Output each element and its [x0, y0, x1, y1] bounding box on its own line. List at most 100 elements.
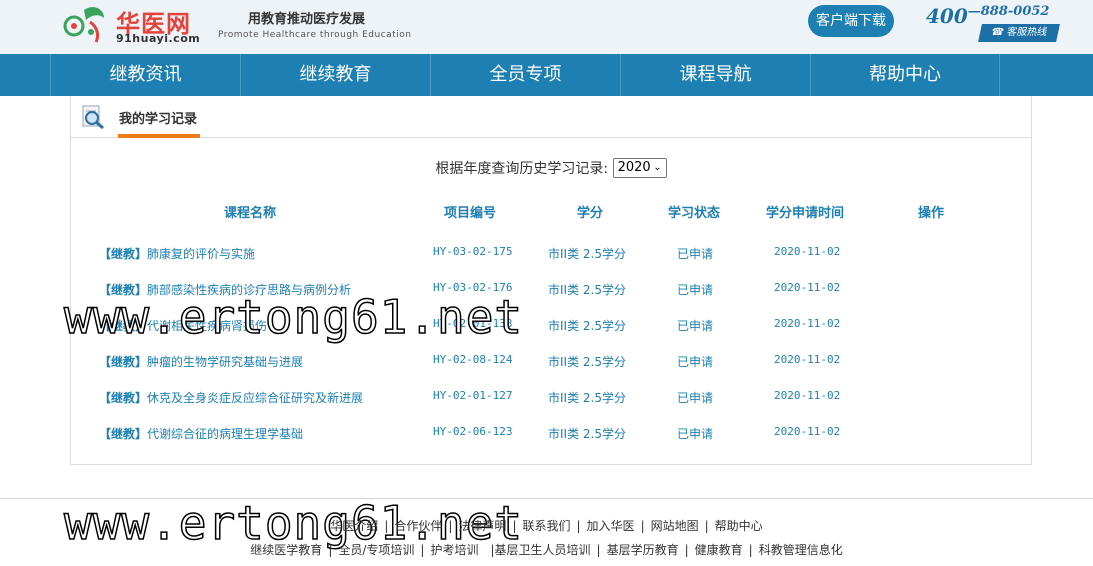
study-status: 已申请 [677, 283, 714, 297]
study-status: 已申请 [677, 247, 714, 261]
footer-link-partners[interactable]: 合作伙伴 [394, 517, 442, 534]
logo-text-en: 91huayi.com [116, 32, 201, 45]
footer-separator: | [328, 543, 333, 557]
footer-link-sitemap[interactable]: 网站地图 [651, 517, 699, 534]
slogan-en: Promote Healthcare through Education [218, 30, 412, 40]
table-row: 【继教】代谢综合征的病理生理学基础 HY-02-06-123 市II类 2.5学… [71, 425, 1031, 461]
hotline-tag: ☎ 客服热线 [978, 24, 1060, 42]
phone-icon: ☎ [990, 27, 1005, 38]
footer-separator: | [448, 519, 453, 533]
client-download-button[interactable]: 客户端下载 [808, 5, 894, 37]
year-filter-label: 根据年度查询历史学习记录: [435, 161, 609, 177]
course-credit: 市II类 2.5学分 [548, 247, 626, 261]
footer-separator: | [748, 543, 753, 557]
nav-item-course-nav[interactable]: 课程导航 [620, 54, 810, 96]
nav-item-help[interactable]: 帮助中心 [810, 54, 1000, 96]
footer-link-nursing-exam[interactable]: 护考培训 [430, 541, 478, 558]
hotline-dash: — [967, 4, 981, 19]
hotline-prefix: 400 [926, 4, 968, 28]
footer-separator: | [640, 519, 645, 533]
chevron-down-icon: ⌄ [653, 162, 662, 173]
logo-mark-icon [63, 7, 104, 43]
site-header: 华医网 91huayi.com 用教育推动医疗发展 Promote Health… [0, 0, 1093, 54]
course-tag: 【继教】 [99, 247, 148, 261]
course-link[interactable]: 【继教】肿瘤的生物学研究基础与进展 [99, 353, 303, 370]
footer-links-primary: 华医介绍 | 合作伙伴 | 法律声明 | 联系我们 | 加入华医 | 网站地图 | 帮助中心 [0, 517, 1093, 534]
nav-item-continuing-edu[interactable]: 继续教育 [240, 54, 430, 96]
apply-date: 2020-11-02 [774, 245, 841, 258]
course-link[interactable]: 【继教】代谢综合征的病理生理学基础 [99, 425, 303, 442]
column-header-status: 学习状态 [667, 206, 720, 221]
nav-item-all-staff[interactable]: 全员专项 [430, 54, 620, 96]
hotline-tag-label: 客服热线 [1005, 27, 1049, 38]
magnifier-document-icon [82, 105, 104, 130]
tab-my-learning-records[interactable]: 我的学习记录 [119, 108, 197, 127]
main-nav: 继教资讯 继续教育 全员专项 课程导航 帮助中心 [0, 54, 1093, 96]
course-credit: 市II类 2.5学分 [548, 427, 626, 441]
course-credit: 市II类 2.5学分 [548, 283, 626, 297]
tab-active-underline [118, 134, 200, 138]
course-tag: 【继教】 [99, 355, 148, 369]
apply-date: 2020-11-02 [774, 317, 841, 330]
column-header-credit: 学分 [576, 206, 603, 221]
course-code: HY-03-02-175 [433, 245, 513, 258]
course-tag: 【继教】 [99, 391, 148, 405]
learning-records-panel: 我的学习记录 根据年度查询历史学习记录: 2020 ⌄ 课程名称 项目编号 学分 … [70, 96, 1032, 465]
year-filter: 根据年度查询历史学习记录: 2020 ⌄ [71, 158, 1031, 178]
study-status: 已申请 [677, 391, 714, 405]
table-row: 【继教】肿瘤的生物学研究基础与进展 HY-02-08-124 市II类 2.5学… [71, 353, 1031, 389]
footer-links-secondary: 继续医学教育 | 全员/专项培训 | 护考培训 |基层卫生人员培训 | 基层学历教育 | 健康教… [0, 541, 1093, 558]
slogan-cn: 用教育推动医疗发展 [248, 12, 366, 27]
panel-tabbar: 我的学习记录 [71, 96, 1031, 138]
apply-date: 2020-11-02 [774, 425, 841, 438]
footer-link-health-edu[interactable]: 健康教育 [695, 541, 743, 558]
study-status: 已申请 [677, 427, 714, 441]
column-header-code: 项目编号 [443, 206, 496, 221]
course-credit: 市II类 2.5学分 [548, 319, 626, 333]
footer-separator: | [684, 543, 689, 557]
hotline-suffix: 888-0052 [980, 4, 1050, 19]
year-select[interactable]: 2020 ⌄ [612, 158, 667, 178]
course-link[interactable]: 【继教】肺康复的评价与实施 [99, 245, 255, 262]
footer-link-primary-care[interactable]: |基层卫生人员培训 [490, 541, 590, 558]
table-row: 【继教】肺康复的评价与实施 HY-03-02-175 市II类 2.5学分 已申… [71, 245, 1031, 281]
footer-separator: | [576, 519, 581, 533]
year-select-value: 2020 [617, 160, 651, 175]
course-name: 休克及全身炎症反应综合征研究及新进展 [147, 391, 364, 405]
footer-link-help[interactable]: 帮助中心 [715, 517, 763, 534]
footer-separator: | [596, 543, 601, 557]
footer-link-legal[interactable]: 法律声明 [458, 517, 506, 534]
hotline: 400—888-0052 ☎ 客服热线 [926, 4, 1066, 44]
course-code: HY-02-08-124 [433, 353, 513, 366]
course-credit: 市II类 2.5学分 [548, 355, 626, 369]
site-logo[interactable]: 华医网 91huayi.com [60, 2, 200, 46]
table-row: 【继教】休克及全身炎症反应综合征研究及新进展 HY-02-01-127 市II类… [71, 389, 1031, 425]
footer-separator: | [704, 519, 709, 533]
course-name: 代谢综合征的病理生理学基础 [147, 427, 304, 441]
footer-separator: | [420, 543, 425, 557]
study-status: 已申请 [677, 319, 714, 333]
footer-link-about[interactable]: 华医介绍 [330, 517, 378, 534]
watermark-text: www.ertong61.net [63, 289, 524, 345]
apply-date: 2020-11-02 [774, 353, 841, 366]
column-header-course: 课程名称 [223, 206, 276, 221]
apply-date: 2020-11-02 [774, 389, 841, 402]
footer-link-cme[interactable]: 继续医学教育 [250, 541, 322, 558]
apply-date: 2020-11-02 [774, 281, 841, 294]
nav-item-news[interactable]: 继教资讯 [50, 54, 240, 96]
course-code: HY-02-01-127 [433, 389, 513, 402]
course-credit: 市II类 2.5学分 [548, 391, 626, 405]
course-link[interactable]: 【继教】休克及全身炎症反应综合征研究及新进展 [99, 389, 363, 406]
footer-link-join[interactable]: 加入华医 [587, 517, 635, 534]
course-code: HY-02-06-123 [433, 425, 513, 438]
footer-link-research-mgmt[interactable]: 科教管理信息化 [759, 541, 843, 558]
course-name: 肺康复的评价与实施 [147, 247, 256, 261]
footer-separator: | [512, 519, 517, 533]
course-name: 肿瘤的生物学研究基础与进展 [147, 355, 304, 369]
column-header-apply-date: 学分申请时间 [765, 206, 844, 221]
footer-divider [0, 498, 1093, 499]
course-tag: 【继教】 [99, 427, 148, 441]
footer-link-all-staff-training[interactable]: 全员/专项培训 [338, 541, 414, 558]
footer-link-contact[interactable]: 联系我们 [522, 517, 570, 534]
footer-link-degree-edu[interactable]: 基层学历教育 [607, 541, 679, 558]
